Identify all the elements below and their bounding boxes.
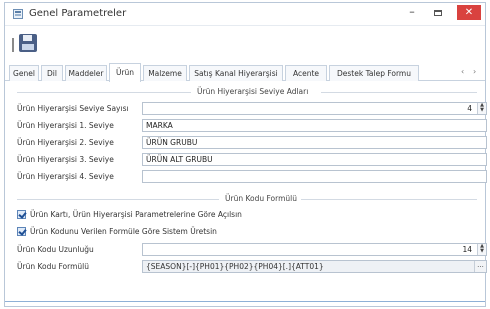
parameters-window: Genel Parametreler – ✕ Genel Dil Maddele… <box>4 2 487 307</box>
level-3-input[interactable]: ÜRÜN ALT GRUBU <box>142 153 487 166</box>
maximize-icon <box>434 10 442 16</box>
hierarchy-section-header: Ürün Hiyerarşisi Seviye Adları <box>17 87 477 97</box>
toolbar-grip <box>12 38 14 52</box>
level-1-input[interactable]: MARKA <box>142 119 487 132</box>
status-divider <box>5 301 485 302</box>
open-by-hierarchy-label: Ürün Kartı, Ürün Hiyerarşisi Parametrele… <box>30 210 242 219</box>
tab-scroll-left-icon[interactable]: ‹ <box>461 67 464 76</box>
tab-malzeme[interactable]: Malzeme <box>143 65 187 81</box>
hierarchy-section-title: Ürün Hiyerarşisi Seviye Adları <box>197 87 309 96</box>
tab-dil[interactable]: Dil <box>41 65 63 81</box>
save-icon[interactable] <box>19 34 37 52</box>
open-by-hierarchy-checkbox-row[interactable]: Ürün Kartı, Ürün Hiyerarşisi Parametrele… <box>17 209 397 221</box>
code-length-input[interactable]: 14 ▲ ▼ <box>142 243 487 256</box>
auto-generate-code-checkbox-row[interactable]: Ürün Kodunu Verilen Formüle Göre Sistem … <box>17 226 397 238</box>
toolbar <box>5 25 485 59</box>
code-length-value: 14 <box>462 245 472 254</box>
window-title: Genel Parametreler <box>29 8 127 19</box>
level-count-value: 4 <box>467 104 472 113</box>
code-length-label: Ürün Kodu Uzunluğu <box>17 245 94 254</box>
code-formula-value: {SEASON}[-]{PH01}{PH02}{PH04}[.]{ATT01} <box>146 262 324 271</box>
level-4-input[interactable] <box>142 170 487 183</box>
level-4-label: Ürün Hiyerarşisi 4. Seviye <box>17 172 114 181</box>
code-length-spinner[interactable]: ▲ ▼ <box>477 244 486 255</box>
tab-urun[interactable]: Ürün <box>109 63 141 82</box>
code-formula-input[interactable]: {SEASON}[-]{PH01}{PH02}{PH04}[.]{ATT01} … <box>142 260 487 273</box>
maximize-button[interactable] <box>429 6 447 20</box>
tab-genel[interactable]: Genel <box>9 65 39 81</box>
app-window-icon <box>13 9 23 19</box>
tab-strip: Genel Dil Maddeler Ürün Malzeme Satış Ka… <box>5 61 485 82</box>
level-3-label: Ürün Hiyerarşisi 3. Seviye <box>17 155 114 164</box>
level-2-input[interactable]: ÜRÜN GRUBU <box>142 136 487 149</box>
auto-generate-code-label: Ürün Kodunu Verilen Formüle Göre Sistem … <box>30 227 217 236</box>
level-2-label: Ürün Hiyerarşisi 2. Seviye <box>17 138 114 147</box>
formula-ellipsis-button[interactable]: ... <box>474 261 486 272</box>
level-1-label: Ürün Hiyerarşisi 1. Seviye <box>17 121 114 130</box>
level-count-input[interactable]: 4 ▲ ▼ <box>142 102 487 115</box>
tab-destek-talep[interactable]: Destek Talep Formu <box>329 65 419 81</box>
level-count-spinner[interactable]: ▲ ▼ <box>477 103 486 114</box>
minimize-button[interactable]: – <box>403 6 421 20</box>
code-section-title: Ürün Kodu Formülü <box>225 194 297 203</box>
tab-satis-kanal[interactable]: Satış Kanal Hiyerarşisi <box>189 65 283 81</box>
auto-generate-code-checkbox[interactable] <box>17 227 26 236</box>
code-section-header: Ürün Kodu Formülü <box>17 194 477 204</box>
title-bar: Genel Parametreler – ✕ <box>5 3 485 25</box>
code-formula-label: Ürün Kodu Formülü <box>17 262 89 271</box>
tab-scroll-right-icon[interactable]: › <box>473 67 476 76</box>
open-by-hierarchy-checkbox[interactable] <box>17 210 26 219</box>
level-count-label: Ürün Hiyerarşisi Seviye Sayısı <box>17 104 129 113</box>
tab-acente[interactable]: Acente <box>285 65 327 81</box>
tab-maddeler[interactable]: Maddeler <box>65 65 107 81</box>
close-button[interactable]: ✕ <box>457 5 481 20</box>
